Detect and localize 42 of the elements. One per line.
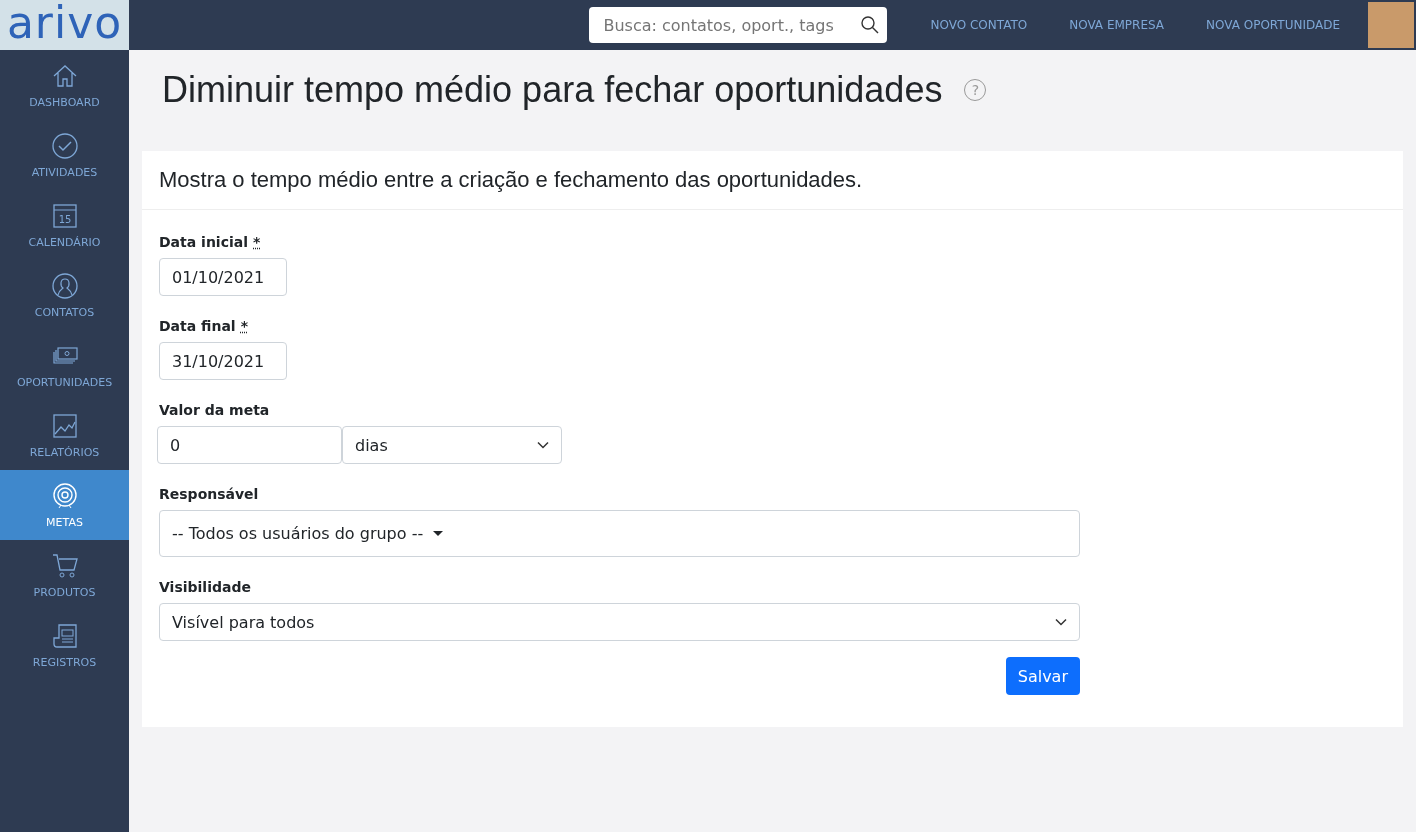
number-field[interactable]: 0	[157, 426, 342, 464]
required-mark: *	[240, 318, 248, 334]
field-label: Responsável	[159, 486, 259, 502]
date-field[interactable]: 01/10/2021	[159, 258, 287, 296]
page-title: Diminuir tempo médio para fechar oportunidades	[162, 69, 943, 111]
sidebar-item[interactable]: PRODUTOS	[0, 540, 129, 610]
target-icon	[50, 481, 79, 510]
search-icon	[861, 16, 880, 34]
sidebar-item[interactable]: ATIVIDADES	[0, 120, 129, 190]
check-icon	[50, 131, 79, 160]
document-icon	[50, 621, 79, 650]
field-label: Data final	[159, 318, 236, 334]
user-dropdown[interactable]: -- Todos os usuários do grupo --	[159, 510, 1080, 557]
save-button[interactable]: Salvar	[1005, 657, 1080, 695]
caret-icon	[433, 531, 444, 536]
required-mark: *	[253, 234, 261, 250]
unit-select[interactable]: dias	[342, 426, 562, 464]
cart-icon	[50, 551, 79, 580]
sidebar-item[interactable]: REGISTROS	[0, 610, 129, 680]
avatar-photo-placeholder[interactable]	[1368, 2, 1414, 48]
chevron-down-icon	[537, 441, 549, 449]
chart-icon	[50, 411, 79, 440]
top-link[interactable]: NOVA OPORTUNIDADE	[1185, 18, 1361, 32]
calendar-icon: 15	[50, 201, 79, 230]
sidebar-item[interactable]: OPORTUNIDADES	[0, 330, 129, 400]
sidebar-item[interactable]: 15 CALENDÁRIO	[0, 190, 129, 260]
chevron-down-icon	[1055, 618, 1067, 626]
sidebar-item[interactable]: RELATÓRIOS	[0, 400, 129, 470]
sidebar-item[interactable]: DASHBOARD	[0, 50, 129, 120]
sidebar-item[interactable]: METAS	[0, 470, 129, 540]
visibility-select[interactable]: Visível para todos	[159, 603, 1080, 641]
sidebar-item[interactable]: CONTATOS	[0, 260, 129, 330]
logo[interactable]: arivo	[0, 0, 129, 50]
search-field[interactable]: Busca: contatos, oport., tags	[589, 7, 888, 43]
top-link[interactable]: NOVA EMPRESA	[1048, 18, 1186, 32]
field-label: Data inicial	[159, 234, 248, 250]
field-label: Visibilidade	[159, 579, 251, 595]
person-icon	[50, 271, 79, 300]
date-field[interactable]: 31/10/2021	[159, 342, 287, 380]
field-label: Valor da meta	[159, 402, 270, 418]
card-description: Mostra o tempo médio entre a criação e fechamento das oportunidades.	[142, 151, 1403, 210]
top-link[interactable]: NOVO CONTATO	[909, 18, 1049, 32]
